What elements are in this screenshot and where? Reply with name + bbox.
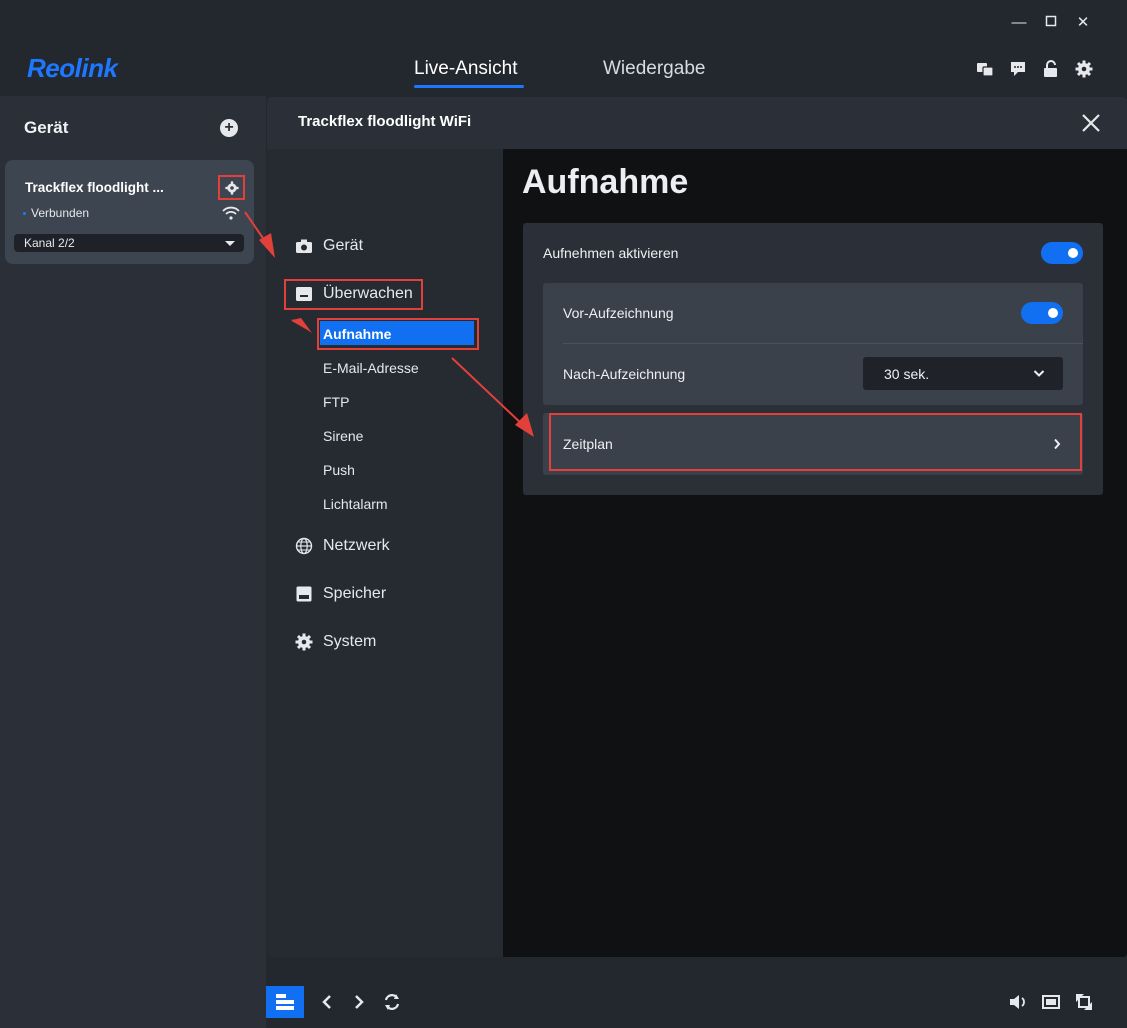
chevron-right-icon	[1054, 438, 1061, 450]
monitoring-highlight-box	[284, 279, 423, 310]
chevron-down-icon	[225, 241, 235, 246]
chevron-left-icon	[322, 995, 331, 1009]
pre-record-toggle[interactable]	[1021, 302, 1063, 324]
maximize-button[interactable]	[1040, 12, 1062, 34]
tab-playback[interactable]: Wiedergabe	[603, 58, 705, 80]
add-device-button[interactable]: +	[220, 119, 238, 137]
submenu-item-email[interactable]: E-Mail-Adresse	[323, 360, 419, 376]
device-card[interactable]: Trackflex floodlight ... Verbunden Kanal…	[5, 160, 254, 264]
speaker-icon	[1010, 995, 1025, 1009]
wifi-icon	[222, 206, 240, 220]
settings-icon[interactable]	[1075, 60, 1093, 78]
next-button[interactable]	[347, 990, 371, 1014]
storage-icon	[296, 586, 312, 602]
status-dot	[23, 212, 26, 216]
schedule-label: Zeitplan	[563, 436, 613, 452]
channel-select[interactable]: Kanal 2/2	[14, 234, 244, 252]
layout-icon	[276, 994, 294, 1010]
bottom-toolbar	[266, 972, 1127, 1028]
app-window: — ✕ Reolink Live-Ansicht Wiedergabe Gerä…	[0, 0, 1127, 1028]
device-sidebar: Gerät + Trackflex floodlight ... Verbund…	[0, 96, 266, 1028]
menu-item-network-label: Netzwerk	[323, 537, 390, 554]
close-icon[interactable]	[1079, 111, 1103, 135]
post-record-value: 30 sek.	[884, 366, 930, 382]
volume-button[interactable]	[1006, 990, 1030, 1014]
chevron-right-icon	[355, 995, 364, 1009]
top-header: Reolink Live-Ansicht Wiedergabe	[0, 46, 1127, 96]
unlock-icon[interactable]	[1042, 60, 1060, 78]
prev-button[interactable]	[315, 990, 339, 1014]
submenu-item-ftp[interactable]: FTP	[323, 394, 349, 410]
post-record-label: Nach-Aufzeichnung	[563, 366, 686, 382]
gear-icon	[295, 633, 313, 651]
window-icon	[1042, 995, 1060, 1009]
submenu-item-light-alarm[interactable]: Lichtalarm	[323, 496, 388, 512]
refresh-icon	[384, 994, 400, 1010]
device-settings-button[interactable]	[218, 175, 245, 200]
reolink-logo: Reolink	[27, 53, 118, 83]
title-bar: — ✕	[0, 0, 1127, 46]
minimize-button[interactable]: —	[1008, 12, 1030, 34]
settings-menu: Gerät Überwachen Aufnahme E-Mail-Adresse…	[267, 149, 503, 957]
menu-item-storage[interactable]: Speicher	[295, 585, 386, 603]
channel-value: Kanal 2/2	[24, 236, 75, 250]
submenu-item-siren[interactable]: Sirene	[323, 428, 363, 444]
message-icon[interactable]	[1009, 60, 1027, 78]
fullscreen-icon	[1076, 994, 1092, 1010]
dialog-header: Trackflex floodlight WiFi	[267, 97, 1127, 149]
record-enable-label: Aufnehmen aktivieren	[543, 245, 679, 261]
close-window-button[interactable]: ✕	[1072, 12, 1094, 34]
camera-icon	[296, 239, 312, 253]
menu-item-device[interactable]: Gerät	[295, 237, 363, 255]
maximize-icon	[1045, 15, 1057, 27]
globe-icon	[295, 537, 313, 555]
device-name: Trackflex floodlight ...	[25, 180, 164, 195]
fullscreen-button[interactable]	[1072, 990, 1096, 1014]
pre-record-label: Vor-Aufzeichnung	[563, 305, 674, 321]
schedule-highlight-box	[549, 413, 1082, 471]
menu-item-storage-label: Speicher	[323, 585, 387, 602]
gear-icon	[224, 180, 239, 195]
rotate-button[interactable]	[380, 990, 404, 1014]
translate-icon[interactable]	[976, 60, 994, 78]
dialog-title: Trackflex floodlight WiFi	[298, 113, 472, 130]
settings-dialog: Trackflex floodlight WiFi Gerät Überwach…	[267, 97, 1127, 957]
chevron-down-icon	[1033, 370, 1045, 377]
settings-content: Aufnahme Aufnehmen aktivieren Vor-Aufzei…	[503, 149, 1127, 957]
record-options-subpanel: Vor-Aufzeichnung Nach-Aufzeichnung 30 se…	[543, 283, 1083, 405]
submenu-item-recording[interactable]: Aufnahme	[323, 326, 391, 342]
tab-live-view[interactable]: Live-Ansicht	[414, 58, 518, 80]
menu-item-system-label: System	[323, 633, 377, 650]
page-title: Aufnahme	[522, 163, 689, 201]
post-record-select[interactable]: 30 sek.	[863, 357, 1063, 390]
device-status: Verbunden	[23, 206, 89, 220]
recording-panel: Aufnehmen aktivieren Vor-Aufzeichnung Na…	[523, 223, 1103, 495]
submenu-item-push[interactable]: Push	[323, 462, 355, 478]
menu-item-device-label: Gerät	[323, 237, 364, 254]
sidebar-title: Gerät	[24, 118, 69, 137]
device-status-text: Verbunden	[31, 206, 90, 220]
record-enable-toggle[interactable]	[1041, 242, 1083, 264]
screen-mode-button[interactable]	[1039, 990, 1063, 1014]
layout-button[interactable]	[266, 986, 304, 1018]
divider	[563, 343, 1083, 344]
schedule-row[interactable]: Zeitplan	[543, 413, 1083, 475]
menu-item-network[interactable]: Netzwerk	[295, 537, 390, 555]
menu-item-system[interactable]: System	[295, 633, 376, 651]
active-tab-indicator	[414, 85, 524, 88]
